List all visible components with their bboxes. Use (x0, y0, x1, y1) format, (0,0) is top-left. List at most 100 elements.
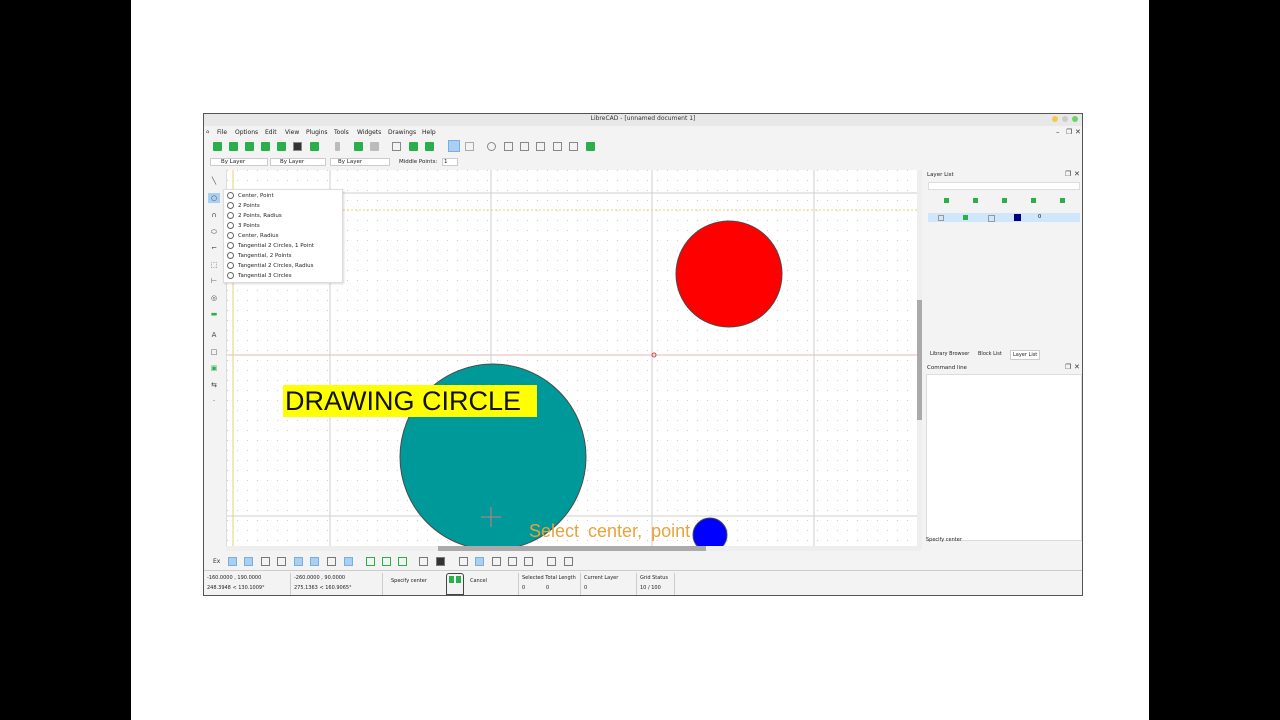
minimize-button[interactable] (1052, 116, 1058, 122)
menu-file[interactable]: File (217, 129, 227, 136)
view-5-icon[interactable] (524, 557, 533, 566)
image-tool-icon[interactable]: □ (208, 347, 220, 357)
menu-item-tangential-2-circles-1-point[interactable]: Tangential 2 Circles, 1 Point (227, 241, 314, 251)
menu-item-tangential-3-circles[interactable]: Tangential 3 Circles (227, 271, 292, 281)
restrict-horizontal-icon[interactable] (398, 557, 407, 566)
add-view-icon[interactable] (547, 557, 556, 566)
redo-icon[interactable] (425, 142, 434, 151)
snap-grid-icon[interactable] (244, 557, 253, 566)
layer-row[interactable]: 0 (928, 213, 1080, 222)
tab-layer-list[interactable]: Layer List (1010, 350, 1041, 360)
polyline-tool-icon[interactable]: ⌐ (208, 243, 220, 253)
tab-library-browser[interactable]: Library Browser (928, 350, 971, 358)
menu-item-2-points[interactable]: 2 Points (227, 201, 260, 211)
command-line-close-icon[interactable]: ✕ (1074, 363, 1080, 371)
remove-layer-icon[interactable] (1031, 198, 1036, 203)
new-file-icon[interactable] (213, 142, 222, 151)
restrict-orthogonal-icon[interactable] (382, 557, 391, 566)
view-2-icon[interactable] (475, 557, 484, 566)
add-layer-icon[interactable] (1002, 198, 1007, 203)
menu-item-tangential-2-points[interactable]: Tangential, 2 Points (227, 251, 292, 261)
snap-tool-icon[interactable]: ◎ (208, 293, 220, 303)
menu-options[interactable]: Options (235, 129, 258, 136)
layer-list-float-icon[interactable]: ❐ (1065, 170, 1071, 178)
snap-endpoint-icon[interactable] (261, 557, 270, 566)
layer-filter-input[interactable] (928, 182, 1080, 190)
red-circle[interactable] (675, 220, 783, 328)
show-all-layers-icon[interactable] (944, 198, 949, 203)
layer-list-close-icon[interactable]: ✕ (1074, 170, 1080, 178)
menu-help[interactable]: Help (422, 129, 436, 136)
command-line-float-icon[interactable]: ❐ (1065, 363, 1071, 371)
zoom-auto-icon[interactable] (536, 142, 545, 151)
layer-visible-icon[interactable] (938, 215, 944, 221)
copy-icon[interactable] (370, 142, 379, 151)
horizontal-scrollbar[interactable] (226, 546, 920, 551)
zoom-out-icon[interactable] (520, 142, 529, 151)
snap-intersection-icon[interactable] (344, 557, 353, 566)
menu-item-center-point[interactable]: Center, Point (227, 191, 274, 201)
ellipse-tool-icon[interactable]: ⬭ (208, 227, 220, 237)
redraw-icon[interactable] (487, 142, 496, 151)
circle-tool-icon[interactable]: ○ (208, 193, 220, 203)
undo-icon[interactable] (409, 142, 418, 151)
print-icon[interactable] (293, 142, 302, 151)
line-tool-icon[interactable]: ╲ (208, 176, 220, 186)
draft-mode-icon[interactable] (465, 142, 474, 151)
menu-view[interactable]: View (285, 129, 299, 136)
snap-middle-icon[interactable] (310, 557, 319, 566)
cut-icon[interactable] (354, 142, 363, 151)
doc-close-icon[interactable]: ✕ (1075, 128, 1081, 136)
relative-zero-icon[interactable] (419, 557, 428, 566)
paste-icon[interactable] (392, 142, 401, 151)
zoom-pan-icon[interactable] (586, 142, 595, 151)
menu-widgets[interactable]: Widgets (357, 129, 381, 136)
vertical-scroll-thumb[interactable] (917, 300, 922, 420)
app-menu-icon[interactable]: ⌂ (206, 129, 209, 135)
point-tool-icon[interactable]: · (208, 396, 220, 406)
export-icon[interactable] (277, 142, 286, 151)
measure-tool-icon[interactable]: ▬ (208, 309, 220, 319)
close-window-button[interactable] (1072, 116, 1078, 122)
view-3-icon[interactable] (492, 557, 501, 566)
grid-toggle-icon[interactable] (448, 140, 460, 152)
tab-block-list[interactable]: Block List (976, 350, 1004, 358)
save-icon[interactable] (245, 142, 254, 151)
view-4-icon[interactable] (508, 557, 517, 566)
menu-drawings[interactable]: Drawings (388, 129, 416, 136)
snap-distance-icon[interactable] (327, 557, 336, 566)
menu-item-tangential-2-circles-radius[interactable]: Tangential 2 Circles, Radius (227, 261, 314, 271)
modify-tool-icon[interactable]: ⇆ (208, 380, 220, 390)
layer-print-icon[interactable] (988, 215, 995, 222)
command-output-area[interactable] (926, 374, 1082, 541)
block-tool-icon[interactable]: ▣ (208, 363, 220, 373)
remove-view-icon[interactable] (564, 557, 573, 566)
snap-entity-icon[interactable] (277, 557, 286, 566)
menu-item-3-points[interactable]: 3 Points (227, 221, 260, 231)
open-file-icon[interactable] (229, 142, 238, 151)
doc-minimize-icon[interactable]: – (1056, 128, 1060, 136)
dimension-tool-icon[interactable]: ⊢ (208, 276, 220, 286)
zoom-in-icon[interactable] (504, 142, 513, 151)
zoom-window-icon[interactable] (569, 142, 578, 151)
snap-free-icon[interactable] (228, 557, 237, 566)
text-tool-icon[interactable]: A (208, 330, 220, 340)
print-preview-icon[interactable] (310, 142, 319, 151)
menu-item-center-radius[interactable]: Center, Radius (227, 231, 278, 241)
select-tool-icon[interactable]: ⬚ (208, 260, 220, 270)
layer-color-swatch[interactable] (1014, 214, 1021, 221)
horizontal-scroll-thumb[interactable] (438, 546, 706, 551)
menu-tools[interactable]: Tools (334, 129, 349, 136)
restrict-nothing-icon[interactable] (366, 557, 375, 566)
menu-item-2-points-radius[interactable]: 2 Points, Radius (227, 211, 282, 221)
menu-plugins[interactable]: Plugins (306, 129, 328, 136)
menu-edit[interactable]: Edit (265, 129, 277, 136)
vertical-scrollbar[interactable] (917, 170, 922, 550)
doc-restore-icon[interactable]: ❐ (1066, 128, 1072, 136)
edit-layer-icon[interactable] (1060, 198, 1065, 203)
snap-center-icon[interactable] (294, 557, 303, 566)
curve-tool-icon[interactable]: ∩ (208, 210, 220, 220)
maximize-button[interactable] (1062, 116, 1068, 122)
layer-lock-icon[interactable] (963, 215, 968, 220)
lock-relative-zero-icon[interactable] (436, 557, 445, 566)
